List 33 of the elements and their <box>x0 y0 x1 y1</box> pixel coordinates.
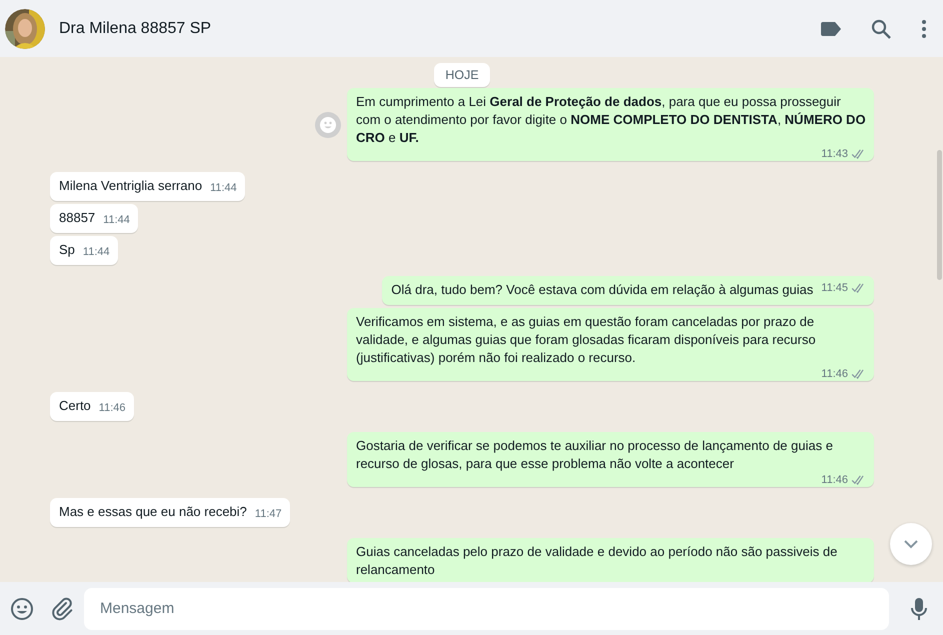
message-text: Guias canceladas pelo prazo de validade e devido ao período não são passiveis de relancamento <box>356 543 838 579</box>
double-check-icon <box>851 283 866 293</box>
message-text: Gostaria de verificar se podemos te auxiliar no processo de lançamento de guias e recurso de glosas, para que esse problema não volte a acontecer <box>356 437 834 473</box>
message-time: 11:47 <box>254 507 282 521</box>
message-time: 11:44 <box>82 245 110 259</box>
message-text: Em cumprimento a Lei Geral de Proteção de dados, para que eu possa prosseguir com o atendimento por favor digite o NOME COMPLETO DO DENTISTA, NÚMERO DO CRO e UF. <box>356 93 866 147</box>
message-input[interactable]: Mensagem <box>84 588 889 630</box>
message-text: Certo <box>59 397 91 415</box>
message-time: 11:44 <box>210 181 237 195</box>
message-time: 11:46 <box>98 401 126 415</box>
message-time: 11:44 <box>103 213 130 227</box>
double-check-icon <box>851 149 866 159</box>
double-check-icon <box>851 369 866 379</box>
contact-name: Dra Milena 88857 SP <box>59 20 212 38</box>
search-icon[interactable] <box>871 18 891 38</box>
message-text: Verificamos em sistema, e as guias em questão foram canceladas por prazo de validade, e algumas guias que foram glosadas ficaram disponíveis para recurso (justificativas) porém não foi realizado o recurso. <box>356 313 817 367</box>
message-text: Olá dra, tudo bem? Você estava com dúvida em relação à algumas guias <box>391 281 814 299</box>
message-time: 11:46 <box>821 473 848 487</box>
scrollbar[interactable] <box>937 150 942 280</box>
message-time: 11:43 <box>821 147 848 161</box>
chevron-down-icon <box>903 539 919 549</box>
microphone-icon[interactable] <box>911 596 927 620</box>
date-badge: HOJE <box>434 63 490 87</box>
message-text: Milena Ventriglia serrano <box>59 177 202 195</box>
message-text: Mas e essas que eu não recebi? <box>59 503 247 521</box>
paperclip-icon[interactable] <box>50 596 74 620</box>
double-check-icon <box>851 475 866 485</box>
emoji-icon[interactable] <box>10 596 34 620</box>
menu-icon[interactable] <box>921 18 927 38</box>
message-time: 11:46 <box>821 367 848 381</box>
message-text: 88857 <box>59 209 96 227</box>
message-time: 11:45 <box>821 281 848 295</box>
message-text: Sp <box>59 241 75 259</box>
